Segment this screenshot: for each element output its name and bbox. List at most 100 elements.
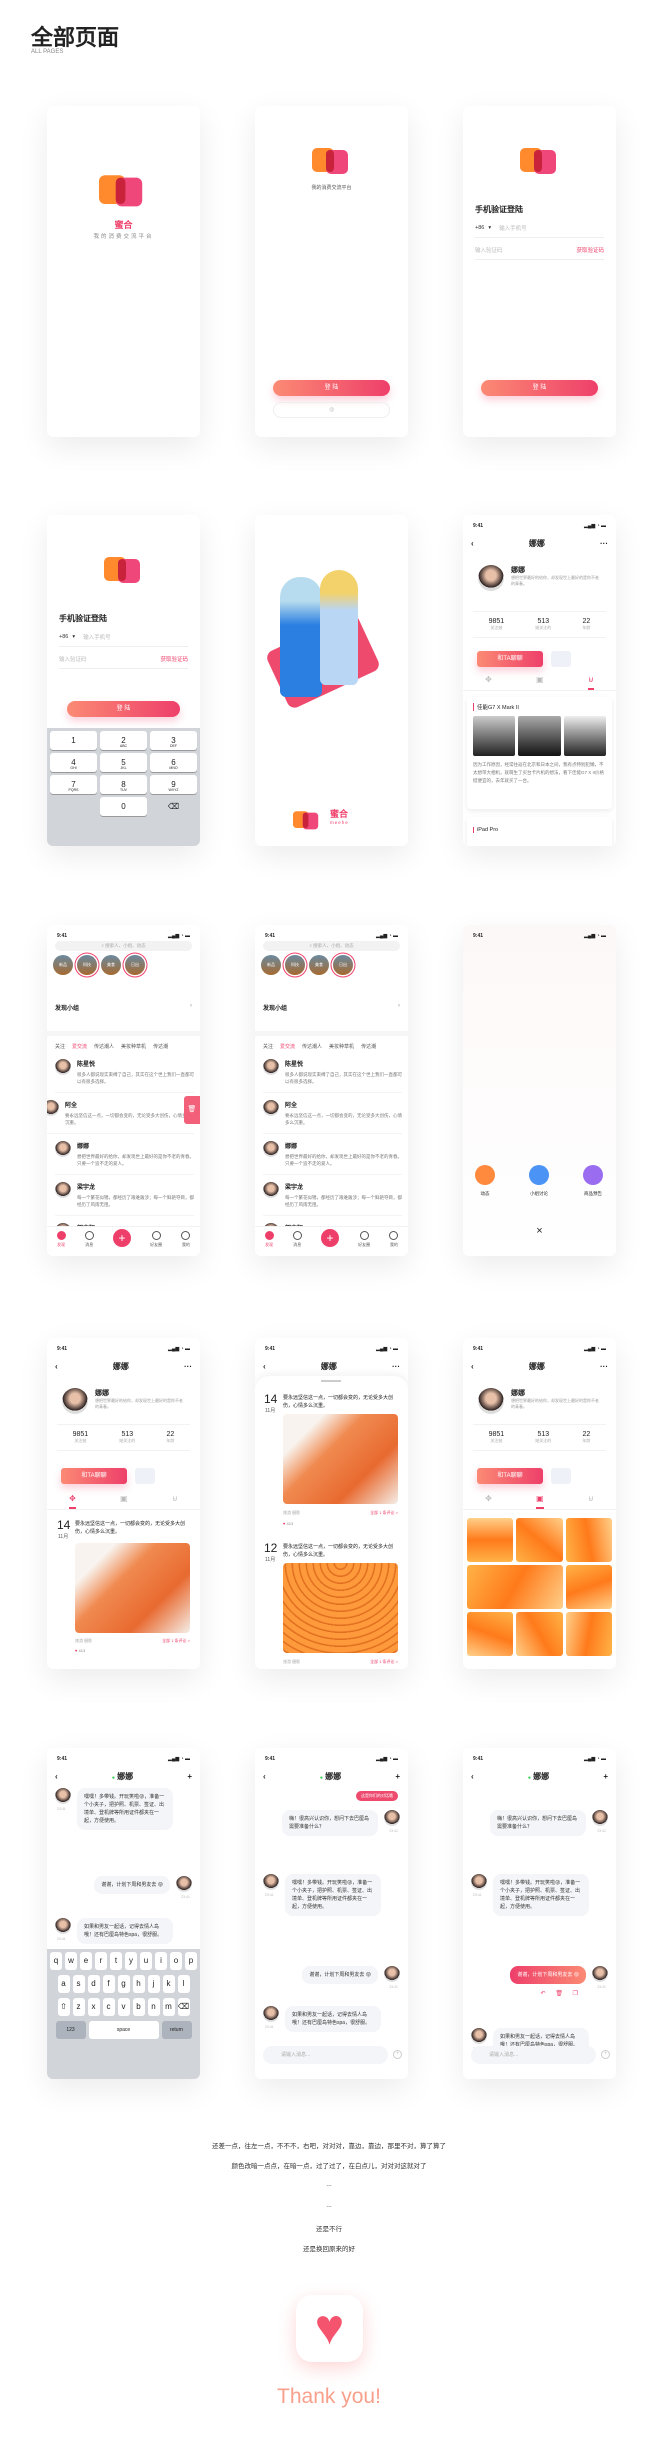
tab-photos-icon[interactable]: ▣	[536, 675, 544, 690]
keypad-key[interactable]: 7 PQRS	[50, 775, 97, 794]
numbers-key[interactable]: 123	[55, 2021, 86, 2039]
key[interactable]: r	[95, 1952, 107, 1970]
add-icon[interactable]: +	[187, 1772, 192, 1781]
drag-handle[interactable]	[321, 1380, 341, 1382]
back-icon[interactable]: ‹	[263, 1362, 266, 1371]
delete-button[interactable]: 🗑	[184, 1096, 200, 1124]
phone-field[interactable]: +86 ▾ 输入手机号	[475, 218, 604, 238]
back-icon[interactable]: ‹	[263, 1772, 266, 1781]
add-icon[interactable]: +	[395, 1772, 400, 1781]
key[interactable]: j	[147, 1975, 160, 1993]
key[interactable]: z	[72, 1998, 85, 2016]
avatar[interactable]	[592, 1810, 608, 1826]
posts-sheet[interactable]: 14 11月 要永远坚信这一点，一切都会变的，无论受多大创伤，心情多么沉重。 旅…	[255, 1376, 408, 1669]
keypad-key[interactable]: 0	[100, 797, 147, 816]
avatar[interactable]	[55, 1059, 71, 1075]
message-actions[interactable]: ↶ 🗑 ❐	[541, 1990, 582, 1997]
chat-message[interactable]: 谢谢，计划下周和男友去 😜	[94, 1876, 170, 1894]
chat-message[interactable]: 嘿嘿！多带钱。开玩笑啦😜，准备一个小夹子，把护照、机票、签证、出境单、登机牌等所…	[77, 1788, 173, 1830]
keypad-key[interactable]: 8 TUV	[100, 775, 147, 794]
nav-item[interactable]: +	[320, 1229, 339, 1256]
post-image[interactable]	[283, 1563, 398, 1653]
chat-message[interactable]: 谢谢，计划下周和男友去 😜	[510, 1966, 586, 1984]
key[interactable]: o	[170, 1952, 182, 1970]
back-icon[interactable]: ‹	[55, 1772, 58, 1781]
nav-item[interactable]: 发现	[56, 1231, 66, 1256]
space-key[interactable]: space	[88, 2021, 159, 2039]
feed-tab[interactable]: 爱交流	[72, 1043, 87, 1053]
avatar[interactable]	[263, 1874, 279, 1890]
key[interactable]: s	[72, 1975, 85, 1993]
more-icon[interactable]: ···	[600, 1362, 608, 1371]
avatar[interactable]	[47, 1100, 59, 1116]
post-image[interactable]	[75, 1543, 190, 1633]
goods-card[interactable]: 佳能G7 X Mark II 因为工作原因，经常往返在北京和日本之间，我有点特别…	[467, 697, 612, 809]
key[interactable]: x	[87, 1998, 100, 2016]
chat-message[interactable]: 嘿嘿！多带钱。开玩笑啦😜，准备一个小夹子，把护照、机票、签证、出境单、登机牌等所…	[285, 1874, 381, 1916]
nav-item[interactable]: 发现	[264, 1231, 274, 1256]
chat-button[interactable]: 和TA聊聊	[61, 1468, 127, 1484]
post-comments-link[interactable]: 全部 1 条评论 >	[370, 1510, 398, 1516]
more-icon[interactable]: ···	[600, 539, 608, 548]
wechat-login-button[interactable]: ◍	[273, 402, 390, 418]
feed-tab[interactable]: 传达潮	[153, 1043, 168, 1053]
keypad-key[interactable]	[50, 797, 97, 816]
back-icon[interactable]: ‹	[471, 1772, 474, 1781]
avatar[interactable]	[478, 565, 504, 591]
keypad-key[interactable]: 2 ABC	[100, 731, 147, 750]
feed-list-item[interactable]: 娜娜 想把世界最好的给你，却发现世上最好的是你不老的青春。只要一个追不走的爱人。	[263, 1135, 402, 1175]
keypad-key[interactable]: 5 JKL	[100, 753, 147, 772]
key[interactable]: d	[87, 1975, 100, 1993]
search-input[interactable]: ⌕ 搜索人、小组、动态	[263, 941, 400, 951]
photo-thumbnail[interactable]	[565, 1612, 612, 1656]
group-circle[interactable]: 日出	[333, 955, 353, 975]
avatar[interactable]	[263, 1100, 279, 1116]
tab-photos-icon[interactable]: ▣	[120, 1494, 128, 1509]
key[interactable]: a	[57, 1975, 70, 1993]
tab-posts-icon[interactable]: ✥	[69, 1494, 76, 1509]
key[interactable]: p	[185, 1952, 197, 1970]
feed-list-item[interactable]: 阿全 要永远坚信这一点，一切都会变的，无论受多大创伤，心情多么沉重。	[47, 1094, 194, 1134]
avatar[interactable]	[176, 1876, 192, 1892]
feed-tab[interactable]: 爱交流	[280, 1043, 295, 1053]
back-icon[interactable]: ‹	[55, 1362, 58, 1371]
gift-button[interactable]	[551, 1468, 571, 1484]
nav-item[interactable]: 我的	[389, 1231, 399, 1256]
avatar[interactable]	[55, 1918, 71, 1934]
avatar[interactable]	[263, 1059, 279, 1075]
feed-tab[interactable]: 传达潮	[361, 1043, 376, 1053]
gift-button[interactable]	[551, 651, 571, 667]
group-circle[interactable]: 美食	[309, 955, 329, 975]
nav-item[interactable]: 我的	[181, 1231, 191, 1256]
login-button[interactable]: 登 陆	[481, 380, 598, 396]
nav-item[interactable]: 好友圈	[150, 1231, 162, 1256]
key[interactable]: l	[177, 1975, 190, 1993]
photo-thumbnail[interactable]	[516, 1612, 563, 1656]
chat-message[interactable]: 嘿嘿！多带钱。开玩笑啦😜，准备一个小夹子，把护照、机票、签证、出境单、登机牌等所…	[493, 1874, 589, 1916]
chevron-right-icon[interactable]: ›	[190, 1003, 192, 1012]
chat-button[interactable]: 和TA聊聊	[477, 651, 543, 667]
close-button[interactable]: ×	[463, 1225, 616, 1237]
key[interactable]: v	[117, 1998, 130, 2016]
group-circle[interactable]: 日出	[125, 955, 145, 975]
key[interactable]: m	[162, 1998, 175, 2016]
group-option-icon[interactable]	[529, 1165, 549, 1185]
feed-tab[interactable]: 美妆种草机	[329, 1043, 354, 1053]
key[interactable]: n	[147, 1998, 160, 2016]
avatar[interactable]	[263, 1182, 279, 1198]
keypad-key[interactable]: ⌫	[150, 797, 197, 816]
feed-tab[interactable]: 传达潮人	[302, 1043, 322, 1053]
chat-message[interactable]: 嗨！很高兴认识你，想问下去巴厘岛需要准备什么？	[282, 1810, 378, 1836]
shift-key[interactable]: ⇧	[57, 1998, 70, 2016]
avatar[interactable]	[55, 1141, 71, 1157]
keypad-key[interactable]: 6 MNO	[150, 753, 197, 772]
avatar[interactable]	[62, 1388, 88, 1414]
keypad-key[interactable]: 4 GHI	[50, 753, 97, 772]
message-input[interactable]: 请输入消息...	[471, 2046, 596, 2064]
country-code[interactable]: +86	[475, 225, 484, 231]
keypad-key[interactable]: 9 WXYZ	[150, 775, 197, 794]
feed-list-item[interactable]: 陈星悦 很多人都说现实束缚了自己，其实在这个世上我们一直都可以有很多选择。	[55, 1053, 194, 1093]
avatar[interactable]	[384, 1966, 400, 1982]
country-code[interactable]: +86	[59, 634, 68, 640]
return-key[interactable]: return	[161, 2021, 192, 2039]
